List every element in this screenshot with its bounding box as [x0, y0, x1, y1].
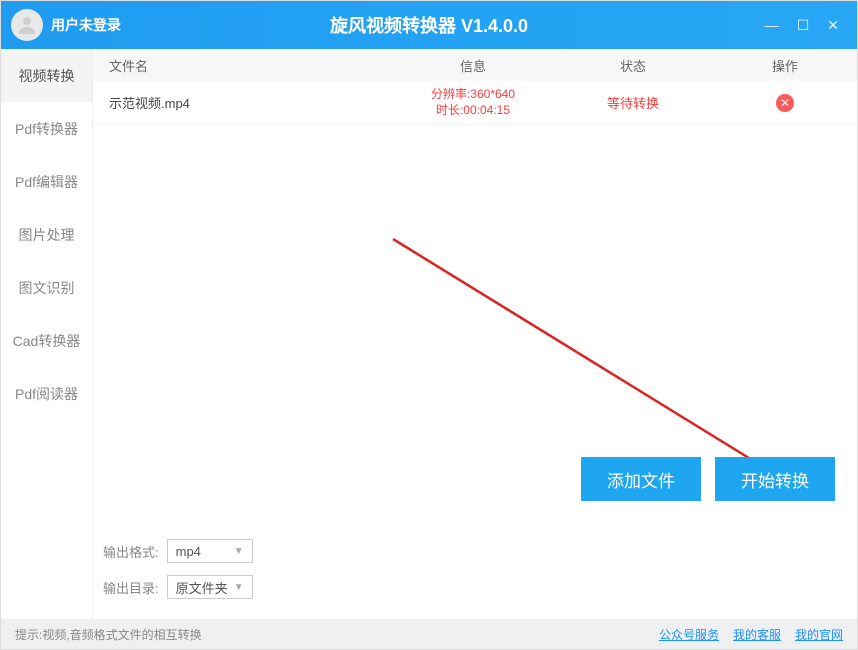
sidebar-item-image-process[interactable]: 图片处理: [1, 208, 92, 261]
sidebar-item-label: 图片处理: [19, 225, 75, 245]
maximize-button[interactable]: ☐: [797, 17, 810, 34]
output-dir-label: 输出目录:: [103, 578, 159, 597]
user-icon: [15, 13, 39, 37]
chevron-down-icon: ▼: [234, 546, 244, 557]
output-settings: 输出格式: mp4 ▼ 输出目录: 原文件夹 ▼: [103, 539, 253, 599]
table-header: 文件名 信息 状态 操作: [93, 49, 857, 81]
col-header-info: 信息: [393, 56, 553, 75]
sidebar-item-label: Pdf转换器: [15, 119, 78, 139]
titlebar: 用户未登录 旋风视频转换器 V1.4.0.0 — ☐ ✕: [1, 1, 857, 49]
button-label: 开始转换: [741, 467, 809, 492]
body: 视频转换 Pdf转换器 Pdf编辑器 图片处理 图文识别 Cad转换器 Pdf阅…: [1, 49, 857, 619]
sidebar-item-ocr[interactable]: 图文识别: [1, 261, 92, 314]
footer-link-site[interactable]: 我的官网: [795, 626, 843, 643]
row-action: ✕: [713, 94, 857, 112]
sidebar-item-label: Pdf编辑器: [15, 172, 78, 192]
sidebar-item-pdf-convert[interactable]: Pdf转换器: [1, 102, 92, 155]
col-header-name: 文件名: [93, 56, 393, 75]
app-window: 用户未登录 旋风视频转换器 V1.4.0.0 — ☐ ✕ 视频转换 Pdf转换器…: [0, 0, 858, 650]
table-row[interactable]: 示范视频.mp4 分辨率:360*640 时长:00:04:15 等待转换 ✕: [93, 81, 857, 125]
sidebar-item-label: Pdf阅读器: [15, 384, 78, 404]
action-buttons: 添加文件 开始转换: [581, 457, 835, 501]
sidebar: 视频转换 Pdf转换器 Pdf编辑器 图片处理 图文识别 Cad转换器 Pdf阅…: [1, 49, 93, 619]
app-title: 旋风视频转换器 V1.4.0.0: [330, 12, 528, 38]
footer-link-support[interactable]: 我的客服: [733, 626, 781, 643]
footer: 提示:视频,音频格式文件的相互转换 公众号服务 我的客服 我的官网: [1, 619, 857, 649]
row-info-duration: 时长:00:04:15: [393, 103, 553, 119]
footer-link-service[interactable]: 公众号服务: [659, 626, 719, 643]
sidebar-item-label: 图文识别: [19, 278, 75, 298]
button-label: 添加文件: [607, 467, 675, 492]
footer-links: 公众号服务 我的客服 我的官网: [659, 626, 843, 643]
footer-tip: 提示:视频,音频格式文件的相互转换: [15, 626, 202, 643]
row-filename: 示范视频.mp4: [93, 93, 393, 112]
row-info-resolution: 分辨率:360*640: [393, 87, 553, 103]
add-file-button[interactable]: 添加文件: [581, 457, 701, 501]
main-panel: 文件名 信息 状态 操作 示范视频.mp4 分辨率:360*640 时长:00:…: [93, 49, 857, 619]
close-icon: ✕: [780, 96, 790, 110]
close-button[interactable]: ✕: [827, 17, 839, 34]
output-dir-value: 原文件夹: [176, 578, 228, 597]
window-controls: — ☐ ✕: [765, 17, 857, 34]
user-status-label: 用户未登录: [51, 15, 121, 35]
start-convert-button[interactable]: 开始转换: [715, 457, 835, 501]
col-header-status: 状态: [553, 56, 713, 75]
output-format-select[interactable]: mp4 ▼: [167, 539, 253, 563]
sidebar-item-pdf-reader[interactable]: Pdf阅读器: [1, 367, 92, 420]
output-format-value: mp4: [176, 544, 201, 559]
sidebar-item-label: Cad转换器: [13, 331, 81, 351]
user-avatar[interactable]: [11, 9, 43, 41]
row-info: 分辨率:360*640 时长:00:04:15: [393, 87, 553, 118]
output-dir-row: 输出目录: 原文件夹 ▼: [103, 575, 253, 599]
output-dir-select[interactable]: 原文件夹 ▼: [167, 575, 253, 599]
chevron-down-icon: ▼: [234, 582, 244, 593]
col-header-action: 操作: [713, 56, 857, 75]
output-format-row: 输出格式: mp4 ▼: [103, 539, 253, 563]
row-status: 等待转换: [553, 93, 713, 112]
sidebar-item-video-convert[interactable]: 视频转换: [1, 49, 92, 102]
delete-row-button[interactable]: ✕: [776, 94, 794, 112]
output-format-label: 输出格式:: [103, 542, 159, 561]
minimize-button[interactable]: —: [765, 17, 779, 34]
sidebar-item-cad-convert[interactable]: Cad转换器: [1, 314, 92, 367]
sidebar-item-pdf-edit[interactable]: Pdf编辑器: [1, 155, 92, 208]
sidebar-item-label: 视频转换: [19, 66, 75, 86]
